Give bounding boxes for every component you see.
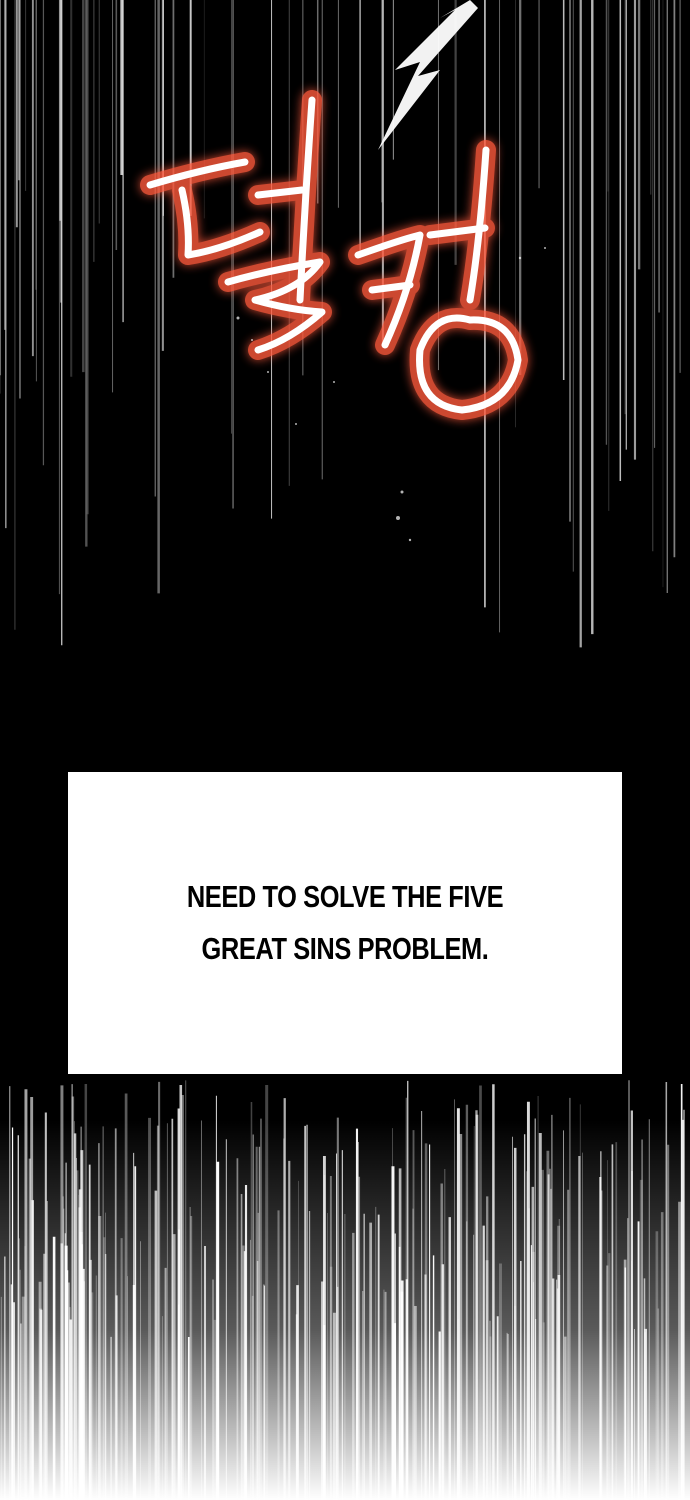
sound-effect-lettering: 덜컹	[140, 0, 546, 542]
spark-icon	[378, 0, 478, 150]
comic-panel: 덜컹 NEED TO SOLVE THE FIVE GREAT SINS PRO…	[0, 0, 690, 1500]
caption-box: NEED TO SOLVE THE FIVE GREAT SINS PROBLE…	[68, 772, 622, 1074]
caption-text: NEED TO SOLVE THE FIVE GREAT SINS PROBLE…	[186, 879, 504, 966]
